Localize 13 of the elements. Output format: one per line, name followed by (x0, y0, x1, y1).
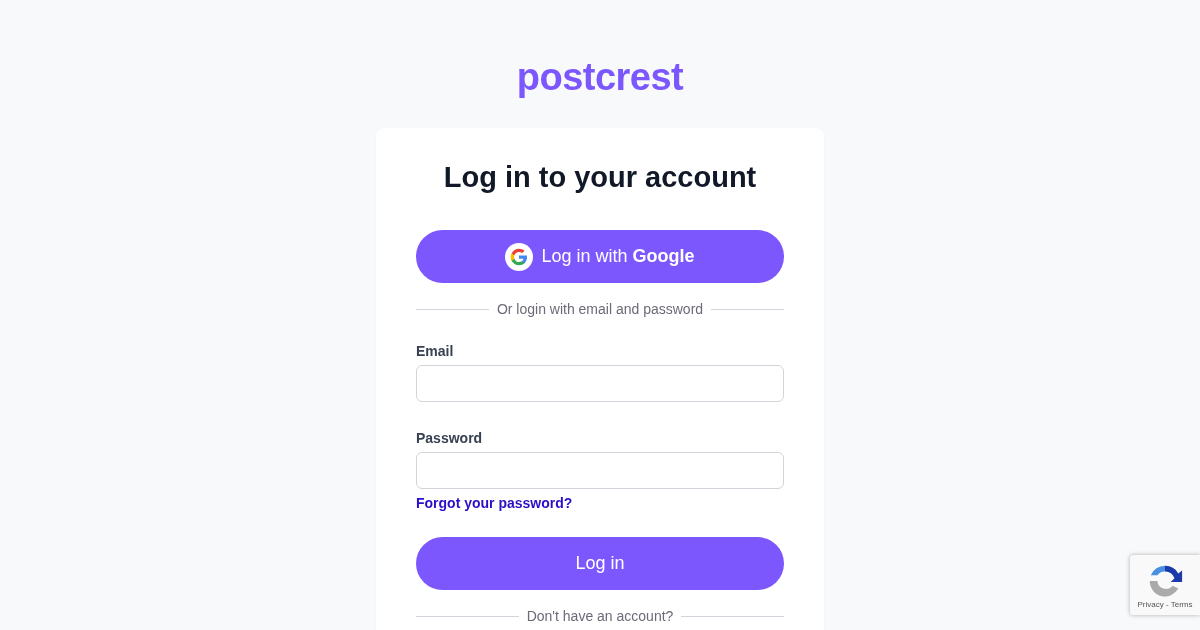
page-title: Log in to your account (442, 160, 758, 195)
google-g-icon (505, 242, 534, 271)
divider-text: Don't have an account? (526, 608, 674, 624)
divider-text: Or login with email and password (496, 301, 704, 317)
email-field[interactable] (416, 365, 784, 402)
forgot-password-link[interactable]: Forgot your password? (416, 495, 573, 511)
field-label: Password (416, 430, 484, 446)
field-label: Email (416, 343, 455, 359)
google-login-button[interactable]: Log in with Google (416, 230, 784, 283)
login-button[interactable]: Log in (416, 537, 784, 590)
privacy-terms-links[interactable]: Privacy - Terms (1137, 599, 1193, 609)
password-field[interactable] (416, 452, 784, 489)
logo: postcrest (516, 55, 684, 100)
